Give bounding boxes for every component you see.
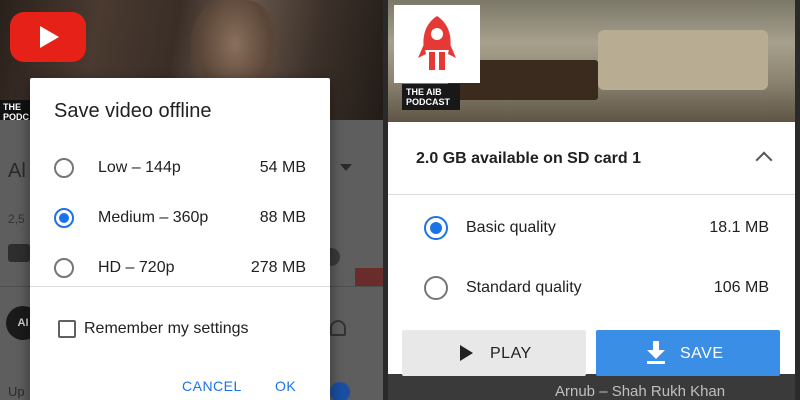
youtube-screen: THE PODC Al Kh 2,5 AI Up Save video offl…	[0, 0, 383, 400]
radio-button-selected[interactable]	[424, 216, 448, 240]
save-button[interactable]: SAVE	[596, 330, 780, 376]
quality-option-basic[interactable]: Basic quality 18.1 MB	[388, 208, 795, 248]
remember-settings-checkbox[interactable]	[58, 320, 76, 338]
storage-available-label: 2.0 GB available on SD card 1	[416, 150, 641, 167]
view-count-fragment: 2,5	[8, 212, 25, 226]
ok-button[interactable]: OK	[275, 378, 296, 394]
dialog-title: Save video offline	[54, 100, 212, 122]
notification-bell-icon[interactable]	[330, 320, 346, 336]
collapse-chevron-icon[interactable]	[755, 151, 773, 169]
save-offline-dialog: Save video offline Low – 144p 54 MB Medi…	[30, 78, 330, 400]
quality-label: HD – 720p	[98, 259, 175, 276]
quality-size: 18.1 MB	[709, 219, 769, 236]
quality-label: Standard quality	[466, 279, 582, 296]
rocket-icon	[418, 16, 456, 70]
youtube-logo-icon	[10, 12, 86, 62]
dialog-divider	[30, 286, 330, 287]
download-icon	[647, 341, 665, 364]
related-thumbnail[interactable]	[355, 268, 383, 286]
youtube-go-screen: THE AIB PODCAST 2.0 GB available on SD c…	[383, 0, 800, 400]
quality-size: 106 MB	[713, 279, 769, 296]
sheet-divider	[388, 194, 795, 195]
download-sheet: 2.0 GB available on SD card 1 Basic qual…	[388, 122, 795, 376]
quality-size: 54 MB	[259, 159, 306, 176]
play-icon	[460, 345, 473, 361]
cancel-button[interactable]: CANCEL	[182, 378, 242, 394]
save-label: SAVE	[680, 345, 724, 362]
next-video-title[interactable]: Arnub – Shah Rukh Khan	[555, 383, 725, 400]
play-button[interactable]: PLAY	[402, 330, 586, 376]
remember-settings-row[interactable]: Remember my settings	[30, 316, 330, 344]
quality-option-medium[interactable]: Medium – 360p 88 MB	[30, 198, 330, 238]
screenshot-stage: THE PODC Al Kh 2,5 AI Up Save video offl…	[0, 0, 800, 400]
quality-option-low[interactable]: Low – 144p 54 MB	[30, 148, 330, 188]
quality-option-hd[interactable]: HD – 720p 278 MB	[30, 248, 330, 288]
autoplay-toggle[interactable]	[330, 382, 350, 400]
quality-option-standard[interactable]: Standard quality 106 MB	[388, 268, 795, 308]
remember-settings-label: Remember my settings	[84, 320, 249, 337]
quality-label: Low – 144p	[98, 159, 181, 176]
radio-button[interactable]	[54, 158, 74, 178]
like-icon[interactable]	[8, 244, 30, 262]
quality-size: 88 MB	[259, 209, 306, 226]
radio-button[interactable]	[424, 276, 448, 300]
video-frame-sofa	[598, 30, 768, 90]
quality-size: 278 MB	[250, 259, 306, 276]
radio-button[interactable]	[54, 258, 74, 278]
quality-label: Basic quality	[466, 219, 556, 236]
up-next-label-fragment: Up	[8, 384, 25, 399]
screen-edge	[795, 0, 800, 400]
play-label: PLAY	[490, 345, 532, 362]
quality-label: Medium – 360p	[98, 209, 209, 226]
youtube-go-logo	[394, 5, 480, 83]
radio-button-selected[interactable]	[54, 208, 74, 228]
expand-description-icon[interactable]	[340, 164, 352, 171]
podcast-watermark: THE AIB PODCAST	[402, 84, 460, 110]
